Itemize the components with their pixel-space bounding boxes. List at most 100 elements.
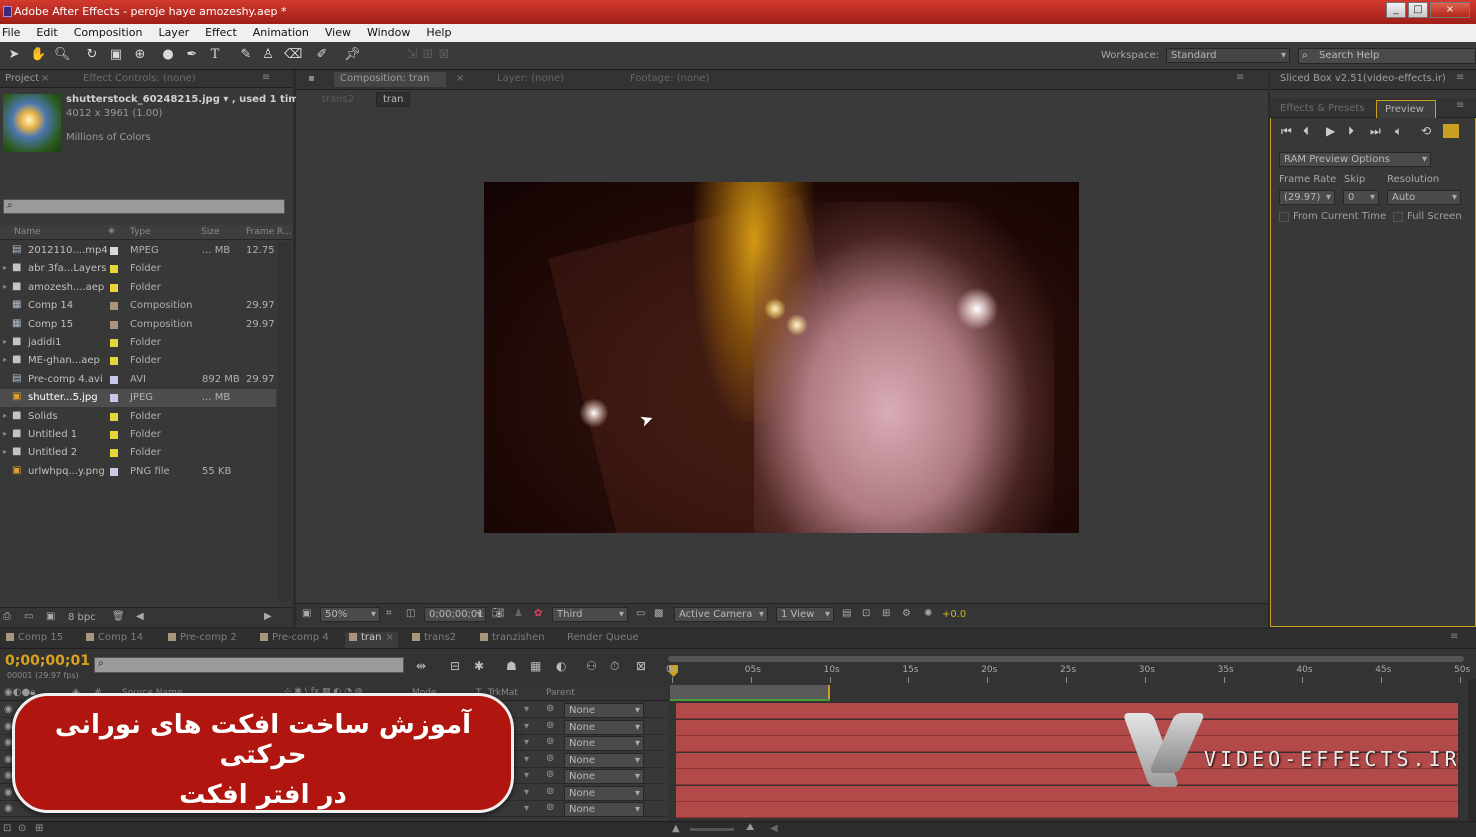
exposure-icon[interactable]: ✺ [924,608,932,619]
project-item[interactable]: ▦ Comp 14 Composition 29.97 [0,297,276,315]
tab-close-icon[interactable]: × [386,632,394,643]
menu-file[interactable]: File [2,24,20,42]
col-parent[interactable]: Parent [546,688,575,698]
label-color-swatch[interactable] [110,449,118,458]
search-help-input[interactable]: ⌕ Search Help [1298,48,1476,64]
hide-shy-layers-icon[interactable]: ☗ [506,659,517,673]
expand-arrow-icon[interactable]: ▸ [3,282,7,291]
eraser-tool-icon[interactable]: ⌫ [284,47,302,63]
expand-arrow-icon[interactable]: ▸ [3,337,7,346]
live-update-icon[interactable]: ⊟ [450,659,460,673]
timeline-icon[interactable]: ⊞ [882,608,890,619]
tab-preview[interactable]: Preview [1376,100,1436,118]
snapshot-icon[interactable]: 📷︎ [492,608,505,619]
zoom-in-icon[interactable]: ⛰ [746,822,754,833]
frame-blending-icon[interactable]: ▦ [530,659,541,673]
panel-menu-icon[interactable]: ≡ [1456,100,1464,111]
transparency-grid-icon[interactable]: ▩ [654,608,663,619]
exposure-value[interactable]: +0.0 [942,609,966,620]
pen-tool-icon[interactable]: ✒ [184,47,200,63]
timeline-tab[interactable]: tran × [345,632,398,648]
motion-blur-icon[interactable]: ◐ [556,659,566,673]
project-item[interactable]: ▦ Comp 15 Composition 29.97 [0,316,276,334]
tab-footage[interactable]: Footage: (none) [630,73,709,84]
project-item[interactable]: ▸ ■ jadidi1 Folder [0,334,276,352]
skip-select[interactable]: 0 [1343,190,1379,205]
color-channels-icon[interactable]: ✿ [534,608,542,619]
toggle-pixel-aspect-icon[interactable]: ▤ [842,608,851,619]
resolution-select[interactable]: Third [552,607,628,622]
audio-icon[interactable]: 🔈︎ [1395,124,1402,139]
rotate-tool-icon[interactable]: ↻ [84,47,100,63]
panel-menu-icon[interactable]: ≡ [1456,72,1464,83]
puppet-pin-tool-icon[interactable]: 📌︎ [344,47,361,63]
workspace-select[interactable]: Standard [1166,48,1290,63]
panel-menu-icon[interactable]: ≡ [1450,631,1458,642]
label-color-swatch[interactable] [110,265,118,274]
fast-previews-icon[interactable]: ⊡ [862,608,870,619]
loop-icon[interactable]: ⟲ [1421,124,1431,138]
expand-arrow-icon[interactable]: ▸ [3,355,7,364]
new-folder-icon[interactable]: ▭ [24,611,33,622]
label-color-swatch[interactable] [110,283,118,292]
label-color-swatch[interactable] [110,302,118,311]
label-color-swatch[interactable] [110,467,118,476]
project-item[interactable]: ▸ ■ ME-ghan...aep Folder [0,352,276,370]
brainstorm-icon[interactable]: ⚇ [586,659,597,673]
timeline-tab[interactable]: Pre-comp 4 [260,632,329,648]
menu-help[interactable]: Help [426,24,451,42]
label-color-swatch[interactable] [110,412,118,421]
toggle-in-out-icon[interactable]: ⊞ [35,823,43,834]
full-screen-checkbox[interactable] [1393,212,1403,222]
mask-tool-icon[interactable]: ● [160,47,176,63]
menu-window[interactable]: Window [367,24,410,42]
brush-tool-icon[interactable]: ✎ [238,47,254,63]
next-frame-icon[interactable]: ⏵ [1348,124,1354,139]
tab-composition[interactable]: Composition: tran [334,72,446,87]
comp-mini-flowchart-icon[interactable]: ⇹ [416,659,426,673]
breadcrumb-trans2[interactable]: trans2 [322,94,354,105]
trash-icon[interactable]: 🗑︎ [112,611,125,622]
project-item[interactable]: ▤ 2012110....mp4 MPEG ... MB 12.75 [0,242,276,260]
timeline-tab[interactable]: tranzishen [480,632,545,648]
project-scrollbar[interactable] [278,242,291,602]
menu-animation[interactable]: Animation [253,24,309,42]
layer-duration-bar[interactable] [676,769,1458,785]
first-frame-icon[interactable]: ⏮ [1281,124,1292,139]
work-area-bar[interactable] [670,685,830,699]
zoom-navigator-bar[interactable] [668,656,1464,662]
region-of-interest-icon[interactable]: ▭ [636,608,645,619]
camera-tool-icon[interactable]: ▣ [108,47,124,63]
view-layout-select[interactable]: 1 View [776,607,834,622]
selection-tool-icon[interactable]: ➤ [6,47,22,63]
flowchart-icon[interactable]: ⚙ [902,608,911,619]
label-color-swatch[interactable] [110,431,118,439]
panel-menu-icon[interactable]: ≡ [1236,72,1244,83]
toggle-switches-icon[interactable]: ⊡ [3,823,11,834]
frame-rate-select[interactable]: (29.97) [1279,190,1335,205]
layer-duration-bar[interactable] [676,719,1458,736]
ram-preview-options-select[interactable]: RAM Preview Options [1279,152,1431,167]
previous-frame-icon[interactable]: ⏴ [1303,124,1309,139]
label-color-swatch[interactable] [110,394,118,403]
scroll-left-icon[interactable]: ◀ [770,823,778,834]
project-item[interactable]: ▸ ■ Untitled 2 Folder [0,444,276,462]
timeline-zoom-slider[interactable] [690,828,734,831]
timeline-scrollbar[interactable] [1468,679,1476,829]
from-current-time-checkbox[interactable] [1279,212,1289,222]
tab-effects-presets[interactable]: Effects & Presets [1280,103,1365,114]
col-frame-rate[interactable]: Frame R... [246,227,291,237]
close-button[interactable]: × [1430,2,1470,18]
mask-visibility-icon[interactable]: ◫ [406,608,415,619]
time-ruler[interactable]: 0s 05s 10s 15s 20s 25s 30s 35s 40s 45s 50s [666,653,1470,703]
label-color-swatch[interactable] [110,375,118,384]
menu-composition[interactable]: Composition [74,24,143,42]
tab-composition-close-icon[interactable]: × [456,73,464,84]
layer-duration-bar[interactable] [676,785,1458,802]
current-time-field[interactable]: 0;00;00;01 [424,607,486,622]
zoom-select[interactable]: 50% [320,607,380,622]
expand-arrow-icon[interactable]: ▸ [3,263,7,272]
menu-effect[interactable]: Effect [205,24,237,42]
always-preview-icon[interactable]: ▣ [302,608,311,619]
clone-stamp-tool-icon[interactable]: ♙ [260,47,276,63]
